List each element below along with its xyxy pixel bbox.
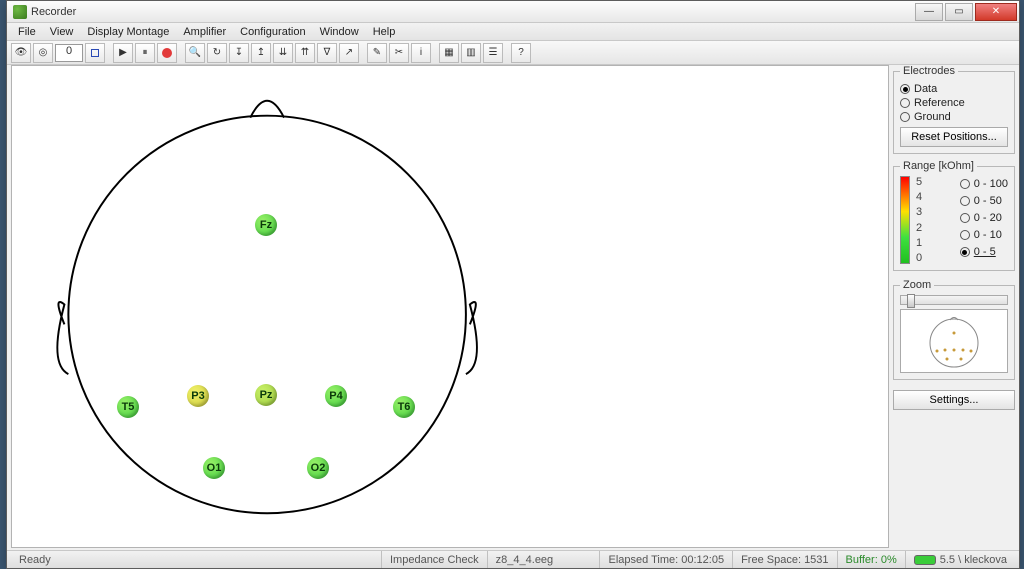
win3-icon[interactable]: ☰	[483, 43, 503, 63]
target-icon[interactable]: ◎	[33, 43, 53, 63]
status-buffer: Buffer: 0%	[837, 551, 905, 568]
electrode-t5[interactable]: T5	[117, 396, 139, 418]
close-button[interactable]: ✕	[975, 3, 1017, 21]
reset-positions-button[interactable]: Reset Positions...	[900, 127, 1008, 147]
menu-bar: File View Display Montage Amplifier Conf…	[7, 23, 1019, 41]
range-opt-100[interactable]: 0 - 100	[960, 178, 1008, 190]
record-icon[interactable]	[157, 43, 177, 63]
refresh-icon[interactable]: ↻	[207, 43, 227, 63]
range-opt-20[interactable]: 0 - 20	[960, 212, 1008, 224]
scale-up-icon[interactable]: ↥	[251, 43, 271, 63]
app-title: Recorder	[31, 6, 913, 18]
electrodes-opt-ground[interactable]: Ground	[900, 111, 1008, 123]
win1-icon[interactable]: ▦	[439, 43, 459, 63]
channel-num[interactable]: 0	[55, 44, 83, 62]
zoom-icon[interactable]: 🔍	[185, 43, 205, 63]
status-elapsed: Elapsed Time: 00:12:05	[599, 551, 732, 568]
info-icon[interactable]: i	[411, 43, 431, 63]
play-icon[interactable]: ▶	[113, 43, 133, 63]
menu-view[interactable]: View	[43, 25, 81, 39]
zoom-panel: Zoom	[893, 279, 1015, 380]
status-bar: Ready Impedance Check z8_4_4.eeg Elapsed…	[7, 550, 1019, 568]
edit-icon[interactable]: ✎	[367, 43, 387, 63]
help-icon[interactable]: ?	[511, 43, 531, 63]
expand-icon[interactable]: ⇈	[295, 43, 315, 63]
range-opt-50[interactable]: 0 - 50	[960, 195, 1008, 207]
compress-icon[interactable]: ⇊	[273, 43, 293, 63]
range-gradient	[900, 176, 910, 264]
electrodes-opt-data[interactable]: Data	[900, 83, 1008, 95]
electrode-p3[interactable]: P3	[187, 385, 209, 407]
menu-help[interactable]: Help	[366, 25, 403, 39]
title-bar: Recorder — ▭ ✕	[7, 1, 1019, 23]
electrodes-opt-reference[interactable]: Reference	[900, 97, 1008, 109]
range-opt-10[interactable]: 0 - 10	[960, 229, 1008, 241]
electrode-pz[interactable]: Pz	[255, 384, 277, 406]
pause-icon[interactable]: ⏸	[135, 43, 155, 63]
maximize-button[interactable]: ▭	[945, 3, 973, 21]
app-icon	[13, 5, 27, 19]
win2-icon[interactable]: ▥	[461, 43, 481, 63]
status-file: z8_4_4.eeg	[487, 551, 600, 568]
status-free: Free Space: 1531	[732, 551, 836, 568]
electrode-fz[interactable]: Fz	[255, 214, 277, 236]
menu-configuration[interactable]: Configuration	[233, 25, 312, 39]
cursor-icon[interactable]: ↗	[339, 43, 359, 63]
electrode-t6[interactable]: T6	[393, 396, 415, 418]
electrode-o2[interactable]: O2	[307, 457, 329, 479]
filter-icon[interactable]: ∇	[317, 43, 337, 63]
menu-window[interactable]: Window	[313, 25, 366, 39]
menu-file[interactable]: File	[11, 25, 43, 39]
status-indicator-icon	[914, 555, 936, 565]
scale-down-icon[interactable]: ↧	[229, 43, 249, 63]
eye-icon[interactable]: 👁	[11, 43, 31, 63]
box-icon[interactable]	[85, 43, 105, 63]
menu-amplifier[interactable]: Amplifier	[176, 25, 233, 39]
status-user: 5.5 \ kleckova	[905, 551, 1015, 568]
electrode-o1[interactable]: O1	[203, 457, 225, 479]
electrodes-panel: Electrodes Data Reference Ground Reset P…	[893, 65, 1015, 154]
toolbar: 👁 ◎ 0 ▶ ⏸ 🔍 ↻ ↧ ↥ ⇊ ⇈ ∇ ↗ ✎ ✂ i ▦ ▥ ☰ ?	[7, 41, 1019, 65]
head-svg	[12, 66, 888, 547]
minimize-button[interactable]: —	[915, 3, 943, 21]
side-panel: Electrodes Data Reference Ground Reset P…	[893, 65, 1015, 548]
zoom-slider[interactable]	[900, 295, 1008, 305]
status-mode: Impedance Check	[381, 551, 487, 568]
head-canvas[interactable]: Fz T5 P3 Pz P4 T6 O1 O2	[11, 65, 889, 548]
electrode-p4[interactable]: P4	[325, 385, 347, 407]
zoom-mini-head[interactable]	[900, 309, 1008, 373]
cut-icon[interactable]: ✂	[389, 43, 409, 63]
range-panel: Range [kOhm] 543210 0 - 100 0 - 50 0 - 2…	[893, 160, 1015, 271]
range-ticks: 543210	[916, 176, 922, 264]
settings-button[interactable]: Settings...	[893, 390, 1015, 410]
menu-display-montage[interactable]: Display Montage	[80, 25, 176, 39]
status-ready: Ready	[11, 551, 381, 568]
range-opt-5[interactable]: 0 - 5	[960, 246, 1008, 258]
